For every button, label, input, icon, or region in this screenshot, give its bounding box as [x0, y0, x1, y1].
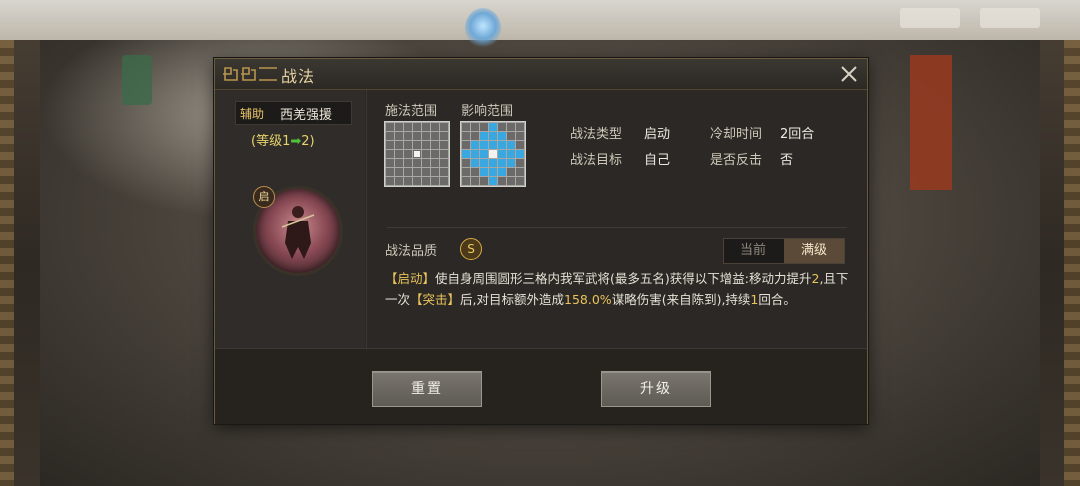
- desc-text: 回合。: [758, 292, 796, 307]
- close-button[interactable]: [837, 62, 861, 86]
- skill-type-value: 启动: [644, 127, 671, 142]
- quality-badge: S: [460, 238, 482, 260]
- keyword-charge: 【突击】: [410, 292, 461, 307]
- skill-detail-panel: 施法范围 影响范围 战法类型 启动 战法目标 自己 冷却时间 2回合 是否反击 …: [366, 90, 867, 348]
- background-red-banner: [910, 55, 952, 190]
- hero-panel: 辅助 西羌强援 (等级1➡2) 启: [215, 90, 365, 348]
- close-icon: [841, 66, 857, 82]
- level-toggle: 当前 满级: [723, 238, 845, 264]
- cube-icon: [465, 8, 501, 48]
- skill-type-key: 战法类型: [570, 127, 623, 142]
- counter-value: 否: [780, 153, 794, 168]
- keyword-start: 【启动】: [385, 271, 436, 286]
- skill-dialog: 战法 辅助 西羌强援 (等级1➡2) 启 施法范围 影响范围 战法类型 启动 战…: [214, 58, 868, 424]
- cast-range-grid: [384, 121, 450, 187]
- level-to: 2): [301, 134, 315, 149]
- cooldown-value: 2回合: [780, 127, 815, 142]
- desc-text: 后,对目标额外造成: [460, 292, 565, 307]
- ornament-icon: [223, 67, 277, 81]
- skill-target-value: 自己: [644, 153, 671, 168]
- dialog-titlebar: 战法: [215, 59, 867, 90]
- background-green-banner: [122, 55, 152, 105]
- background-tab: [980, 8, 1040, 28]
- tab-max-level[interactable]: 满级: [784, 239, 844, 263]
- divider: [387, 227, 847, 228]
- role-tag: 辅助: [240, 107, 265, 121]
- desc-text: 使自身周围圆形三格内我军武将(最多五名)获得以下增益:移动力提升: [435, 271, 812, 286]
- cast-range-label: 施法范围: [385, 104, 438, 119]
- reset-button[interactable]: 重置: [372, 371, 482, 407]
- arrow-right-icon: ➡: [290, 134, 302, 149]
- skill-type-badge: 启: [253, 186, 275, 208]
- upgrade-button[interactable]: 升级: [601, 371, 711, 407]
- dialog-title: 战法: [281, 67, 316, 86]
- skill-description: 【启动】使自身周围圆形三格内我军武将(最多五名)获得以下增益:移动力提升2,且下…: [385, 268, 850, 310]
- cooldown-key: 冷却时间: [710, 127, 763, 142]
- background-left-frame: [0, 40, 14, 486]
- level-indicator: (等级1➡2): [251, 130, 315, 149]
- effect-range-label: 影响范围: [461, 104, 514, 119]
- tab-current[interactable]: 当前: [724, 239, 782, 263]
- background-right-frame: [1064, 40, 1080, 486]
- dialog-footer: 重置 升级: [215, 348, 867, 424]
- effect-range-grid: [460, 121, 526, 187]
- desc-text: 谋略伤害(来自陈到),持续: [611, 292, 751, 307]
- quality-label: 战法品质: [385, 244, 438, 259]
- background-tab: [900, 8, 960, 28]
- desc-number: 158.0%: [564, 292, 612, 307]
- level-from: (等级1: [251, 134, 291, 149]
- skill-target-key: 战法目标: [570, 153, 623, 168]
- counter-key: 是否反击: [710, 153, 763, 168]
- skill-name-box: 辅助 西羌强援: [235, 101, 352, 125]
- warrior-icon: [281, 206, 315, 259]
- skill-name: 西羌强援: [280, 108, 333, 123]
